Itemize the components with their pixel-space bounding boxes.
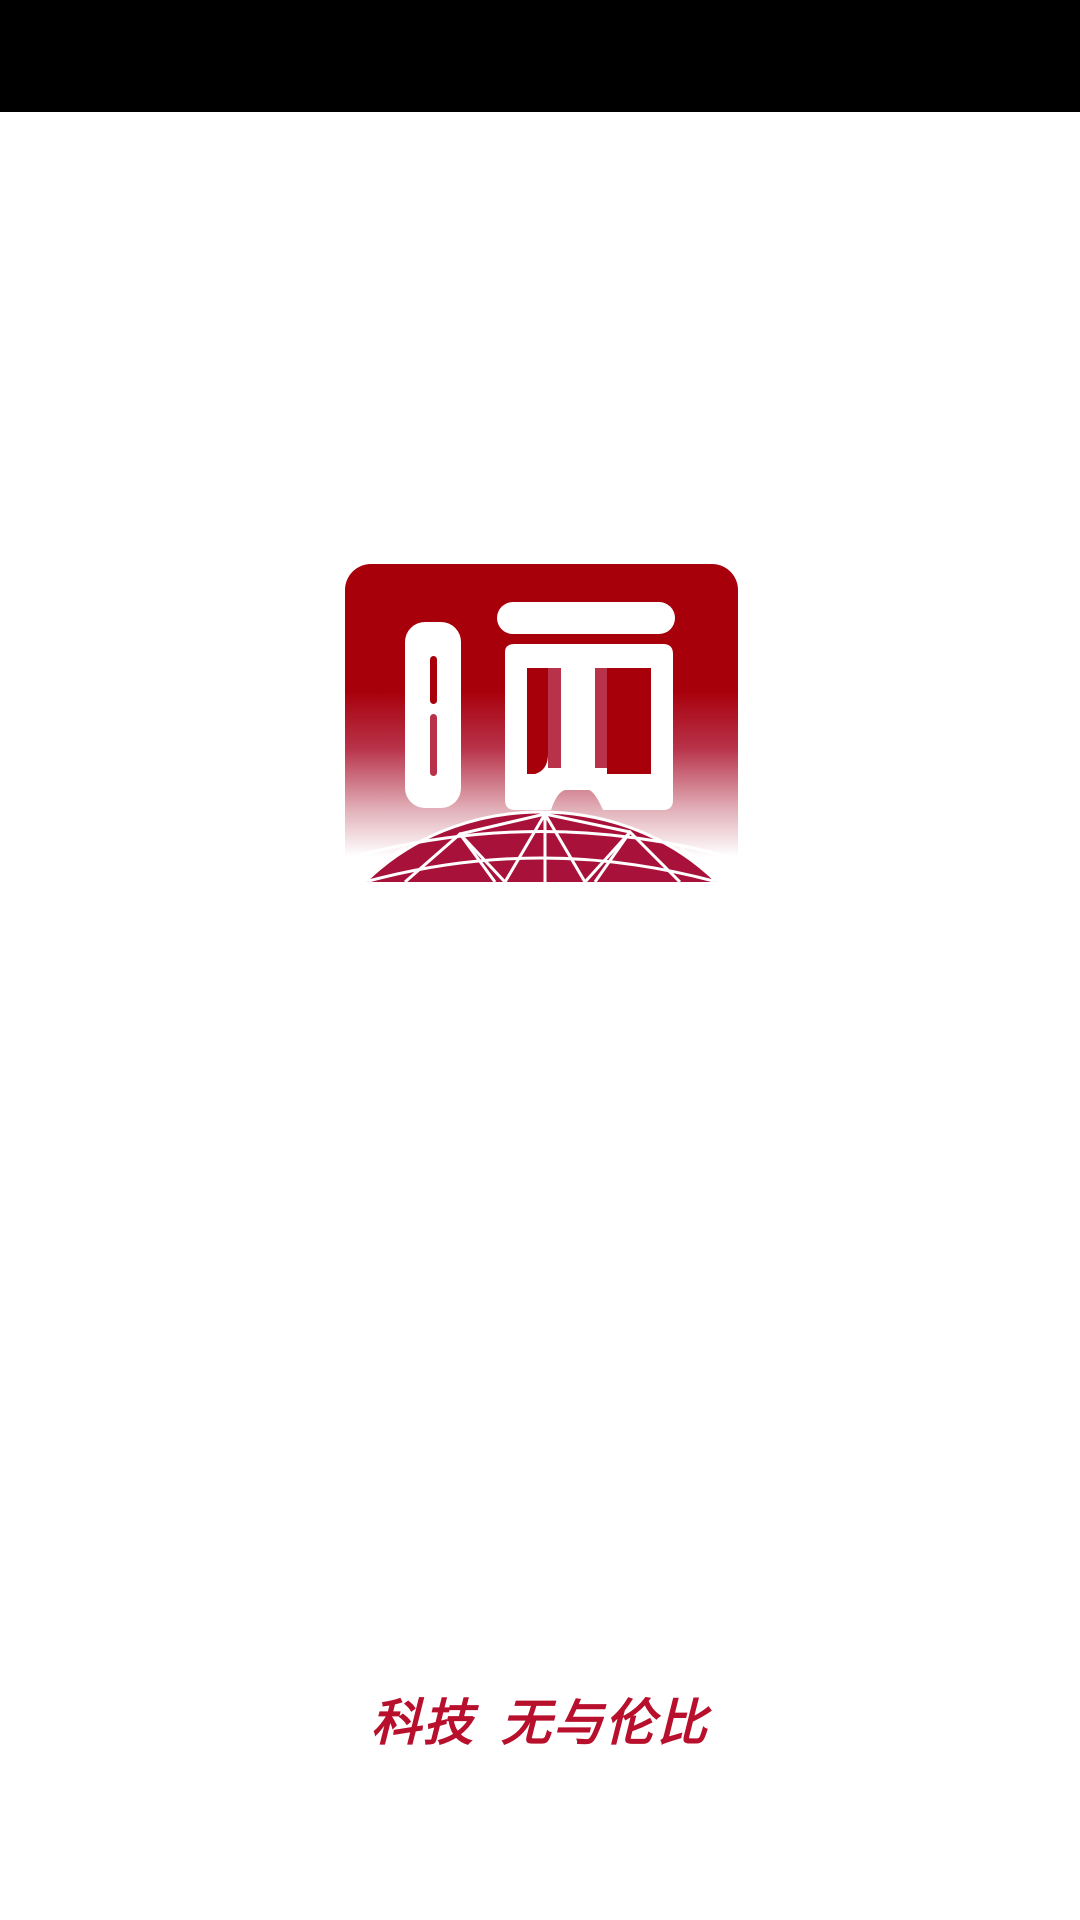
status-bar (0, 0, 1080, 112)
slogan-part-2: 无与伦比 (501, 1694, 709, 1752)
app-logo-icon (345, 564, 738, 882)
splash-screen: 科技 无与伦比 (0, 0, 1080, 1920)
slogan-text: 科技 无与伦比 (0, 1688, 1080, 1758)
slogan-part-1: 科技 (371, 1694, 475, 1752)
